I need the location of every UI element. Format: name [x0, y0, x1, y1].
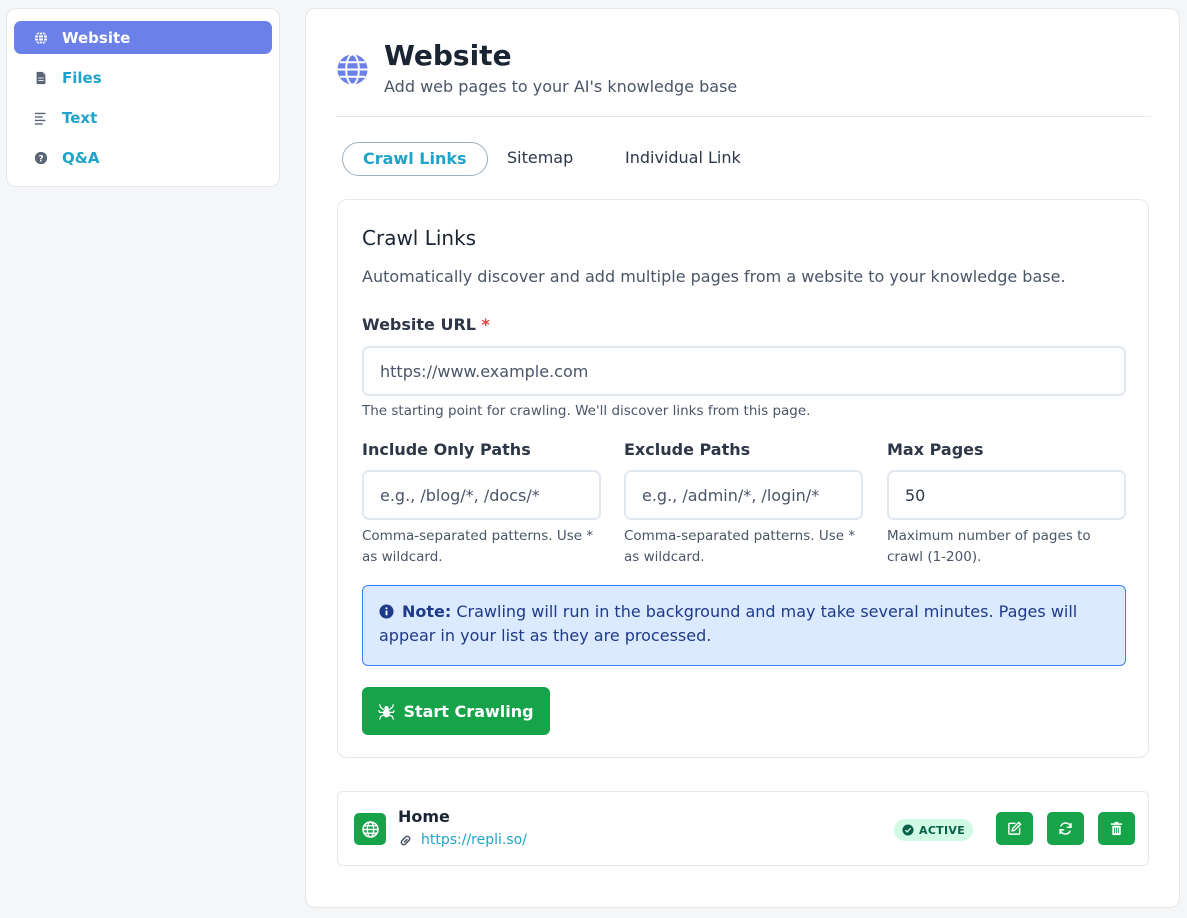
- sidebar-item-label: Text: [62, 108, 98, 127]
- tab-individual-link[interactable]: Individual Link: [625, 142, 741, 176]
- refresh-button[interactable]: [1047, 812, 1084, 845]
- card-title: Crawl Links: [362, 226, 477, 250]
- tab-sitemap[interactable]: Sitemap: [507, 142, 573, 176]
- sidebar: Website Files Text ? Q&A: [6, 8, 280, 187]
- globe-icon: [337, 53, 368, 86]
- note-label: Note:: [402, 602, 452, 621]
- crawl-note: Note: Crawling will run in the backgroun…: [362, 585, 1126, 666]
- edit-icon: [1008, 821, 1022, 835]
- website-url-label: Website URL *: [362, 315, 490, 334]
- sidebar-item-files[interactable]: Files: [14, 61, 272, 94]
- refresh-icon: [1059, 822, 1072, 835]
- exclude-paths-help: Comma-separated patterns. Use * as wildc…: [624, 528, 856, 565]
- svg-text:?: ?: [38, 154, 43, 164]
- align-left-icon: [34, 111, 48, 125]
- link-icon: [400, 835, 411, 845]
- trash-icon: [1110, 821, 1123, 836]
- crawl-links-card: Crawl Links Automatically discover and a…: [337, 199, 1149, 758]
- status-badge-text: ACTIVE: [919, 823, 966, 837]
- status-badge: ACTIVE: [894, 819, 974, 841]
- exclude-paths-label: Exclude Paths: [624, 440, 751, 459]
- sidebar-item-text[interactable]: Text: [14, 101, 272, 134]
- globe-icon: [354, 813, 386, 845]
- edit-button[interactable]: [996, 812, 1033, 845]
- sidebar-item-qa[interactable]: ? Q&A: [14, 141, 272, 174]
- file-icon: [34, 71, 48, 85]
- max-pages-help: Maximum number of pages to crawl (1-200)…: [887, 528, 1091, 565]
- page-subtitle: Add web pages to your AI's knowledge bas…: [384, 77, 738, 96]
- exclude-paths-input[interactable]: [624, 470, 863, 520]
- sidebar-item-website[interactable]: Website: [14, 21, 272, 54]
- info-icon: [379, 604, 394, 619]
- include-paths-label: Include Only Paths: [362, 440, 531, 459]
- tab-crawl-links[interactable]: Crawl Links: [342, 142, 488, 176]
- check-circle-icon: [902, 824, 914, 836]
- question-circle-icon: ?: [34, 151, 48, 165]
- sidebar-item-label: Files: [62, 68, 102, 87]
- start-crawling-button[interactable]: Start Crawling: [362, 687, 550, 735]
- start-crawling-label: Start Crawling: [403, 701, 534, 721]
- max-pages-input[interactable]: [887, 470, 1126, 520]
- page-header: Website Add web pages to your AI's knowl…: [336, 39, 1151, 117]
- page-title: Website: [384, 39, 512, 72]
- spider-icon: [378, 703, 396, 720]
- include-paths-help: Comma-separated patterns. Use * as wildc…: [362, 528, 594, 565]
- note-text: Crawling will run in the background and …: [379, 602, 1078, 645]
- main-panel: Website Add web pages to your AI's knowl…: [305, 8, 1180, 908]
- card-description: Automatically discover and add multiple …: [362, 267, 1066, 286]
- page-item-url[interactable]: https://repli.so/: [398, 832, 527, 848]
- website-url-input[interactable]: [362, 346, 1126, 396]
- required-mark: *: [481, 315, 490, 334]
- website-url-help: The starting point for crawling. We'll d…: [362, 403, 811, 419]
- delete-button[interactable]: [1098, 812, 1135, 845]
- max-pages-label: Max Pages: [887, 440, 984, 459]
- sidebar-item-label: Q&A: [62, 148, 100, 167]
- sidebar-item-label: Website: [62, 28, 131, 47]
- include-paths-input[interactable]: [362, 470, 601, 520]
- page-item-title: Home: [398, 807, 450, 826]
- globe-icon: [34, 30, 48, 45]
- page-item-url-text: https://repli.so/: [421, 832, 527, 848]
- website-url-label-text: Website URL: [362, 315, 476, 334]
- list-item: Home https://repli.so/ ACTIVE: [337, 791, 1149, 866]
